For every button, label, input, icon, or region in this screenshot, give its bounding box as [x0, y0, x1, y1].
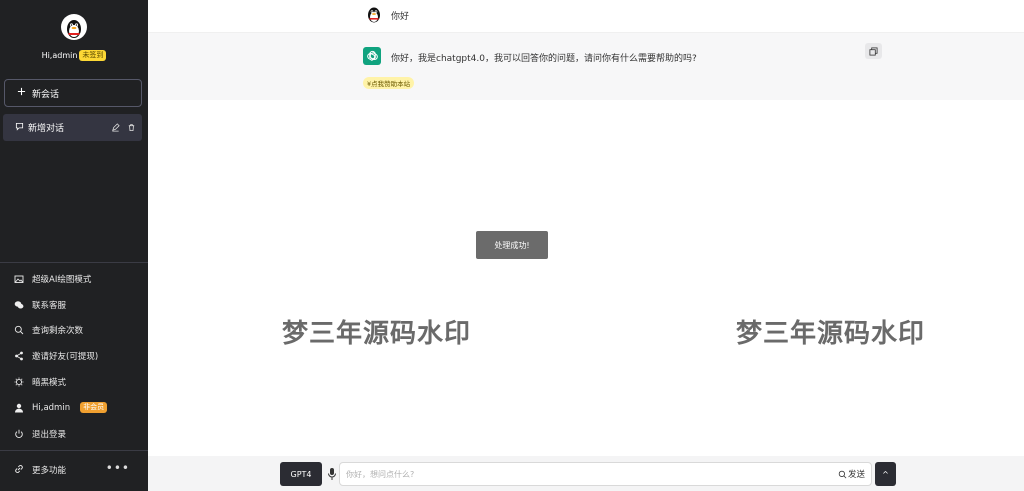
- avatar[interactable]: [61, 14, 87, 40]
- user-line: Hi,admin 未签到: [0, 50, 148, 61]
- menu-label: 退出登录: [32, 429, 67, 440]
- sidebar-divider: [0, 262, 148, 263]
- new-chat-label: 新会话: [32, 89, 60, 100]
- menu-item-contact-support[interactable]: 联系客服: [0, 292, 148, 318]
- search-icon: [14, 325, 24, 335]
- user-greeting: Hi,admin: [41, 51, 78, 60]
- assistant-message-text: 你好，我是chatgpt4.0，我可以回答你的问题，请问你有什么需要帮助的吗?: [391, 54, 697, 64]
- send-button[interactable]: 发送: [838, 468, 865, 480]
- trash-icon[interactable]: [126, 123, 136, 133]
- share-icon: [14, 351, 24, 361]
- qq-penguin-icon: [67, 20, 81, 38]
- menu-item-query-remaining[interactable]: 查询剩余次数: [0, 318, 148, 344]
- chat-main: 你好 你好，我是chatgpt4.0，我可以回答你的问题，请问你有什么需要帮助的…: [148, 0, 1024, 491]
- image-icon: [14, 274, 24, 284]
- more-dots-icon[interactable]: •••: [106, 461, 130, 475]
- copy-button[interactable]: [865, 43, 882, 59]
- conversation-item[interactable]: 新增对话: [3, 114, 142, 141]
- copy-icon: [869, 46, 878, 56]
- wechat-icon: [14, 300, 24, 310]
- new-chat-button[interactable]: 新会话: [4, 79, 142, 107]
- chatgpt-logo-icon: [363, 47, 381, 65]
- user-message: 你好: [148, 0, 1024, 33]
- model-select-button[interactable]: GPT4: [280, 462, 322, 486]
- user-message-text: 你好: [391, 12, 410, 22]
- user-avatar: [366, 5, 382, 23]
- link-icon: [14, 464, 24, 477]
- menu-label: Hi,admin: [32, 402, 71, 413]
- menu-label: 超级AI绘图模式: [32, 274, 92, 285]
- microphone-icon[interactable]: [327, 467, 337, 481]
- sign-in-badge[interactable]: 未签到: [79, 50, 107, 61]
- profile: Hi,admin 未签到: [0, 14, 148, 61]
- menu-label: 查询剩余次数: [32, 326, 84, 337]
- qq-penguin-icon: [368, 7, 380, 23]
- message-input-wrapper: 发送: [339, 462, 872, 486]
- conversation-title: 新增对话: [28, 124, 65, 134]
- edit-icon[interactable]: [110, 123, 120, 133]
- assistant-message: 你好，我是chatgpt4.0，我可以回答你的问题，请问你有什么需要帮助的吗? …: [148, 33, 1024, 100]
- menu-item-invite-friends[interactable]: 邀请好友(可提现): [0, 343, 148, 369]
- menu-item-account[interactable]: Hi,admin 非会员: [0, 395, 148, 421]
- success-toast: 处理成功!: [476, 231, 548, 259]
- plus-icon: [17, 87, 26, 99]
- theme-icon: [14, 377, 24, 387]
- watermark-text: 梦三年源码水印: [282, 319, 472, 349]
- menu-item-logout[interactable]: 退出登录: [0, 421, 148, 447]
- scroll-top-button[interactable]: ^: [875, 462, 896, 486]
- more-features-label: 更多功能: [32, 466, 67, 476]
- chat-bubble-icon: [15, 122, 24, 134]
- more-features-button[interactable]: 更多功能 •••: [0, 458, 148, 482]
- member-badge[interactable]: 非会员: [80, 402, 108, 414]
- donate-button[interactable]: ¥点我赞助本站: [363, 77, 415, 89]
- menu-label: 暗黑模式: [32, 378, 67, 389]
- sidebar-divider: [0, 450, 148, 451]
- message-input[interactable]: [340, 463, 820, 485]
- user-icon: [14, 403, 24, 413]
- send-search-icon: [838, 470, 847, 478]
- menu-label: 联系客服: [32, 300, 67, 311]
- menu-label: 邀请好友(可提现): [32, 352, 99, 363]
- menu-item-dark-mode[interactable]: 暗黑模式: [0, 369, 148, 395]
- sidebar-menu: 超级AI绘图模式 联系客服 查询剩余次数 邀请好友(可提现) 暗黑模式 Hi,a…: [0, 266, 148, 447]
- sidebar: Hi,admin 未签到 新会话 新增对话 超级AI绘图模式 联系客服 查询剩余…: [0, 0, 148, 491]
- send-label: 发送: [847, 470, 865, 480]
- watermark-text: 梦三年源码水印: [736, 319, 926, 349]
- power-icon: [14, 429, 24, 439]
- composer-bar: GPT4 发送 ^: [148, 456, 1024, 491]
- menu-item-ai-drawing[interactable]: 超级AI绘图模式: [0, 266, 148, 292]
